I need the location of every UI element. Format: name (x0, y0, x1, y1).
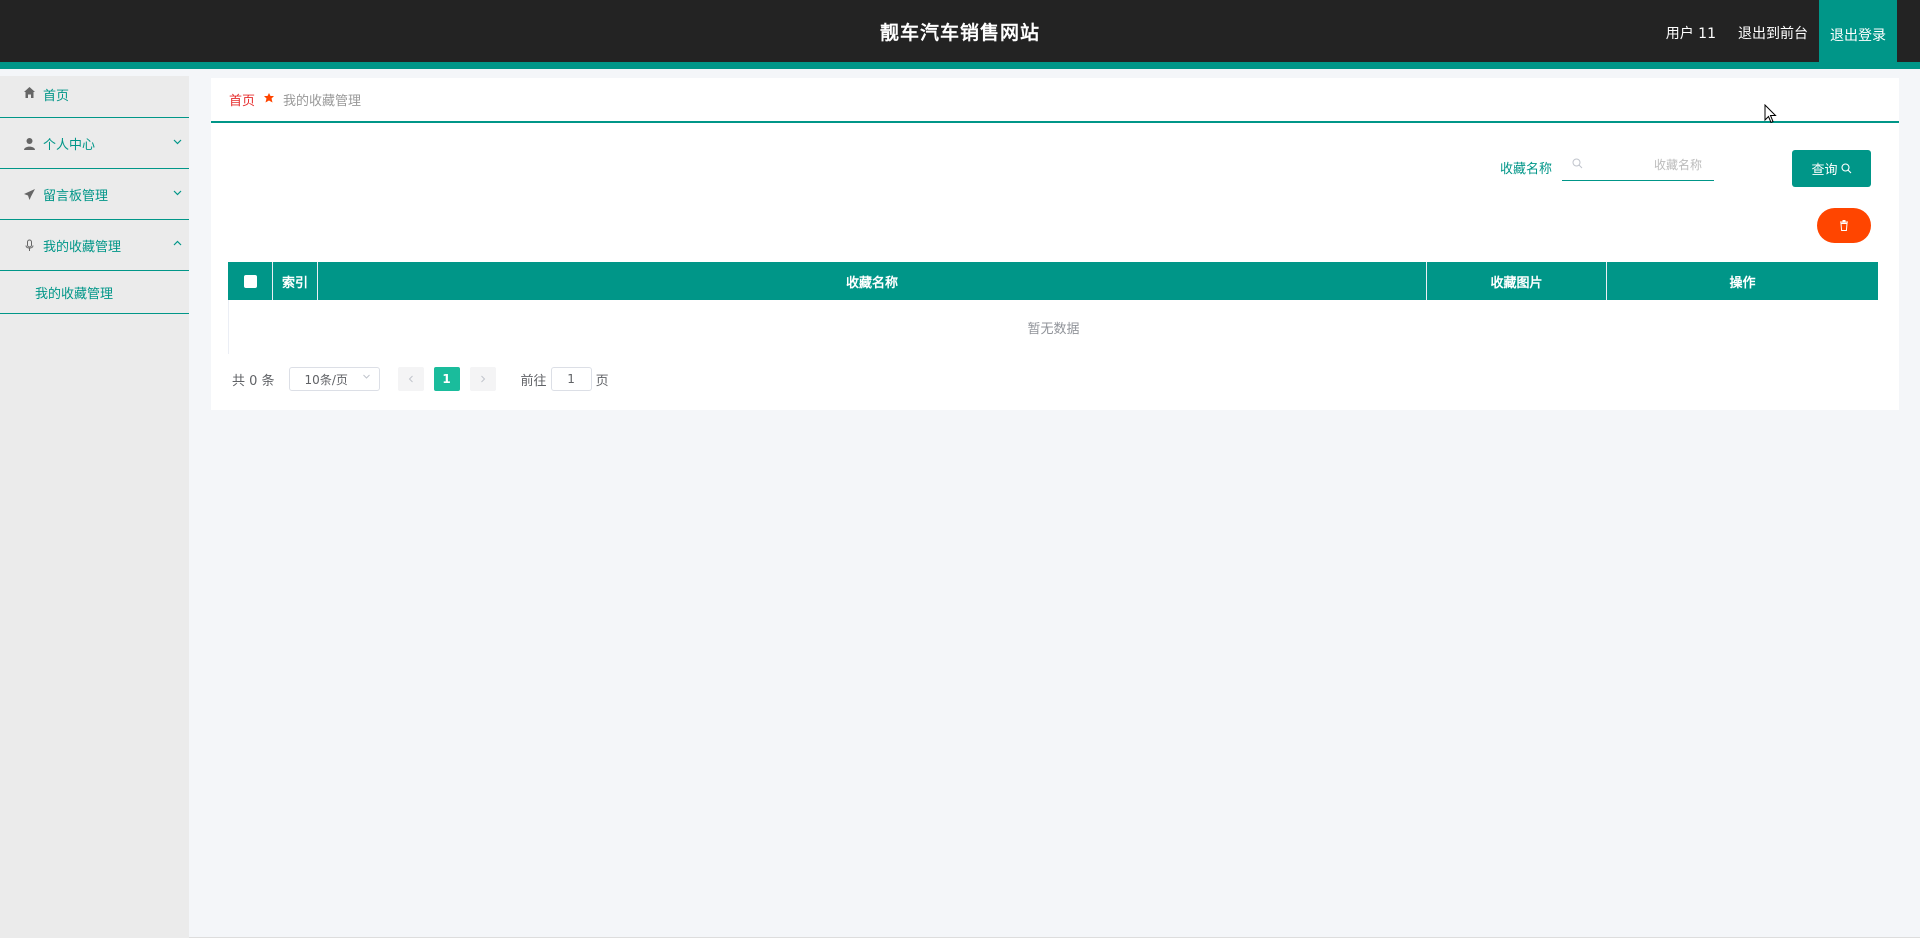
page-suffix: 页 (595, 373, 609, 389)
pagination: 共 0 条 10条/页 1 前往 页 (232, 367, 609, 391)
next-page-button[interactable] (469, 367, 496, 391)
goto-label: 前往 (520, 373, 547, 389)
query-button[interactable]: 查询 (1792, 150, 1871, 187)
breadcrumb-separator-icon (263, 92, 275, 108)
sidebar-item-personal-center[interactable]: 个人中心 (0, 118, 189, 169)
column-header-favorite-name: 收藏名称 (318, 262, 1427, 300)
favorites-table: 索引 收藏名称 收藏图片 操作 暂无数据 (228, 262, 1878, 354)
user-icon (22, 136, 36, 150)
sidebar-item-message-board[interactable]: 留言板管理 (0, 169, 189, 220)
header-actions: 用户 11 退出到前台 退出登录 (1655, 0, 1897, 69)
search-input[interactable] (1590, 150, 1706, 180)
trash-icon (1839, 220, 1849, 231)
breadcrumb: 首页 我的收藏管理 (211, 78, 1899, 123)
query-button-label: 查询 (1811, 162, 1838, 177)
page-number-current[interactable]: 1 (433, 367, 460, 391)
chevron-down-icon (172, 136, 183, 150)
search-field (1562, 150, 1714, 181)
column-header-index: 索引 (273, 262, 318, 300)
mouse-cursor-icon (1764, 103, 1778, 128)
main-content: 首页 我的收藏管理 收藏名称 查询 索引 收藏名称 收藏图片 操作 (211, 78, 1899, 410)
delete-button[interactable] (1817, 208, 1871, 243)
goto-page-input[interactable] (550, 367, 592, 391)
paper-plane-icon (22, 187, 36, 201)
chevron-up-icon (172, 238, 183, 252)
chevron-right-icon (480, 375, 485, 383)
table-header: 索引 收藏名称 收藏图片 操作 (228, 262, 1878, 300)
chevron-down-icon (172, 187, 183, 201)
breadcrumb-home-link[interactable]: 首页 (229, 90, 255, 109)
search-icon (1572, 158, 1583, 172)
sidebar-item-label: 首页 (43, 89, 70, 104)
select-all-checkbox[interactable] (243, 274, 257, 288)
sidebar-item-label: 我的收藏管理 (43, 239, 122, 255)
search-label: 收藏名称 (1500, 162, 1553, 177)
chevron-down-icon (362, 372, 371, 384)
sidebar-item-label: 个人中心 (43, 137, 96, 153)
pagination-total: 共 0 条 (232, 373, 275, 389)
sidebar: 首页 个人中心 留言板管理 我的收藏管理 我的收藏管理 (0, 76, 189, 938)
logout-button[interactable]: 退出登录 (1819, 0, 1897, 69)
top-header: 靓车汽车销售网站 用户 11 退出到前台 退出登录 (0, 0, 1920, 69)
current-user: 用户 11 (1665, 25, 1716, 42)
prev-page-button[interactable] (397, 367, 424, 391)
exit-to-front-link[interactable]: 退出到前台 (1727, 0, 1819, 69)
sidebar-subitem-favorites-management[interactable]: 我的收藏管理 (0, 271, 189, 314)
search-icon (1840, 163, 1852, 174)
page-size-value: 10条/页 (304, 372, 348, 387)
site-title: 靓车汽车销售网站 (879, 22, 1040, 44)
sidebar-item-favorites[interactable]: 我的收藏管理 (0, 220, 189, 271)
header-accent-strip (0, 62, 1920, 69)
page-size-select[interactable]: 10条/页 (288, 367, 380, 391)
column-header-actions: 操作 (1729, 275, 1756, 291)
chevron-left-icon (408, 375, 413, 383)
sidebar-item-home[interactable]: 首页 (0, 76, 189, 118)
column-header-favorite-image: 收藏图片 (1427, 262, 1607, 300)
microphone-icon (22, 238, 36, 252)
breadcrumb-current: 我的收藏管理 (283, 94, 362, 109)
table-empty-state: 暂无数据 (228, 300, 1878, 354)
home-icon (22, 85, 36, 99)
select-all-cell (228, 262, 273, 300)
sidebar-item-label: 留言板管理 (43, 188, 109, 204)
